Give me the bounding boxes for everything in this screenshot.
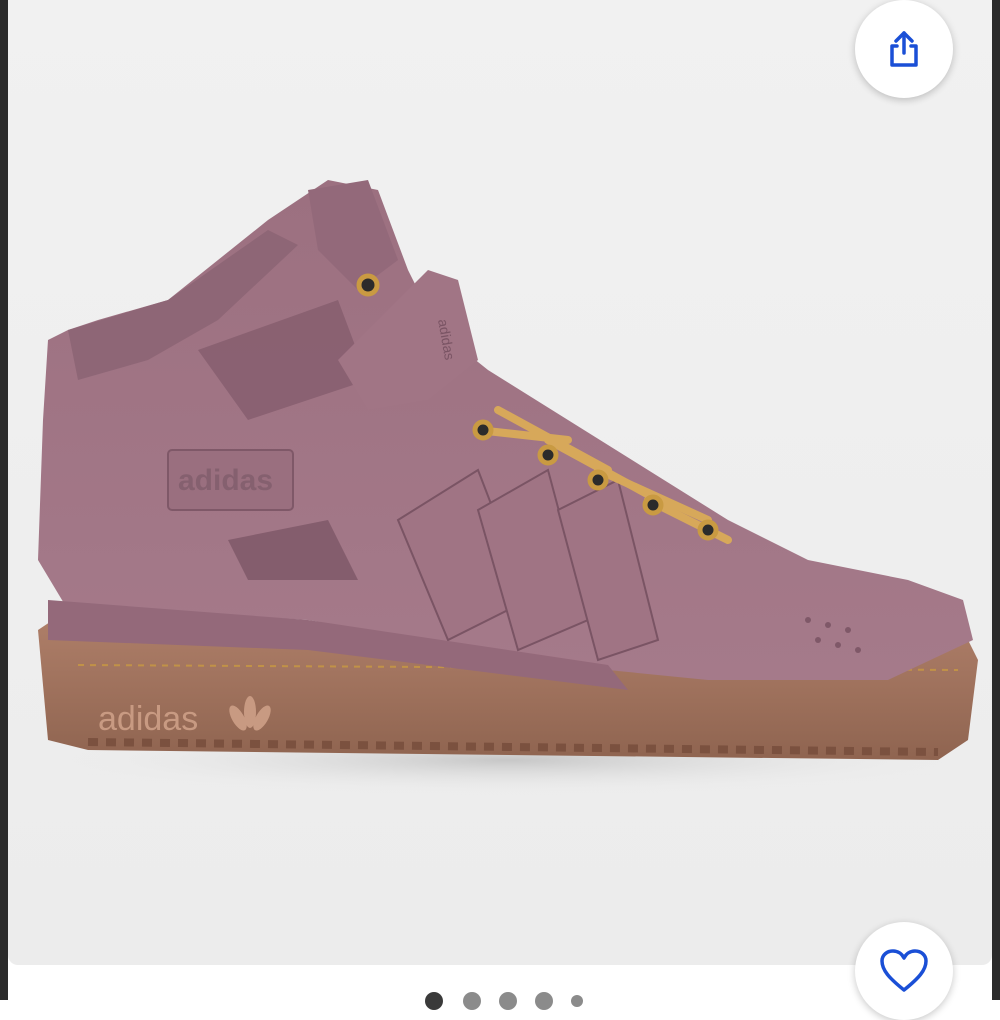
right-frame-edge (992, 0, 1000, 1000)
product-image-carousel[interactable]: adidas adidas adidas (8, 0, 992, 965)
pager-dot[interactable] (535, 992, 553, 1010)
pager-dot[interactable] (499, 992, 517, 1010)
carousel-pager (0, 988, 1000, 1010)
heel-logo-text: adidas (178, 464, 273, 497)
favorite-button[interactable] (855, 922, 953, 1020)
pager-dot[interactable] (463, 992, 481, 1010)
share-button[interactable] (855, 0, 953, 98)
left-frame-edge (0, 0, 8, 1000)
product-photo: adidas adidas adidas (38, 180, 978, 795)
share-icon (890, 31, 918, 67)
pager-dot[interactable] (571, 995, 583, 1007)
sole-brand-text: adidas (98, 700, 198, 738)
pager-dot-active[interactable] (425, 992, 443, 1010)
